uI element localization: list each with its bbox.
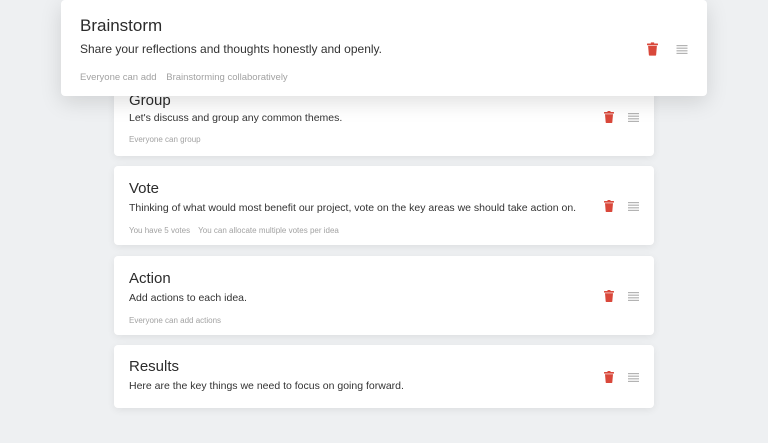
stage-meta-item: You can allocate multiple votes per idea [198, 226, 339, 235]
stage-card-action: Action Add actions to each idea. Everyon… [114, 256, 654, 335]
stage-description: Thinking of what would most benefit our … [129, 202, 577, 214]
stage-card-vote: Vote Thinking of what would most benefit… [114, 166, 654, 245]
stage-actions [647, 42, 688, 56]
stage-description: Share your reflections and thoughts hone… [80, 42, 382, 56]
trash-icon[interactable] [604, 371, 614, 383]
stage-meta-item: Brainstorming collaboratively [166, 72, 288, 83]
stage-meta-item: You have 5 votes [129, 226, 191, 235]
stage-title: Vote [129, 180, 160, 197]
trash-icon[interactable] [604, 111, 614, 123]
stage-card-brainstorm[interactable]: Brainstorm Share your reflections and th… [61, 0, 707, 96]
stage-actions [604, 290, 639, 302]
stage-meta: You have 5 votes You can allocate multip… [129, 226, 639, 235]
stage-meta: Everyone can add Brainstorming collabora… [80, 72, 688, 83]
drag-handle-icon[interactable] [628, 291, 639, 301]
drag-handle-icon[interactable] [628, 112, 639, 122]
trash-icon[interactable] [604, 290, 614, 302]
stage-meta: Everyone can group [129, 135, 639, 144]
drag-handle-icon[interactable] [676, 44, 688, 54]
trash-icon[interactable] [647, 42, 658, 56]
drag-handle-icon[interactable] [628, 372, 639, 382]
stage-actions [604, 200, 639, 212]
stage-meta-item: Everyone can add actions [129, 316, 222, 325]
stage-title: Results [129, 358, 180, 375]
stage-title: Action [129, 270, 171, 287]
stage-description: Add actions to each idea. [129, 292, 247, 304]
stage-title: Brainstorm [80, 16, 163, 35]
stage-actions [604, 371, 639, 383]
stage-description: Let's discuss and group any common theme… [129, 112, 343, 124]
drag-handle-icon[interactable] [628, 201, 639, 211]
trash-icon[interactable] [604, 200, 614, 212]
stage-meta-item: Everyone can group [129, 135, 201, 144]
stage-description: Here are the key things we need to focus… [129, 380, 404, 392]
stage-actions [604, 111, 639, 123]
stage-meta-item: Everyone can add [80, 72, 157, 83]
stage-meta: Everyone can add actions [129, 316, 639, 325]
stage-card-results: Results Here are the key things we need … [114, 345, 654, 408]
